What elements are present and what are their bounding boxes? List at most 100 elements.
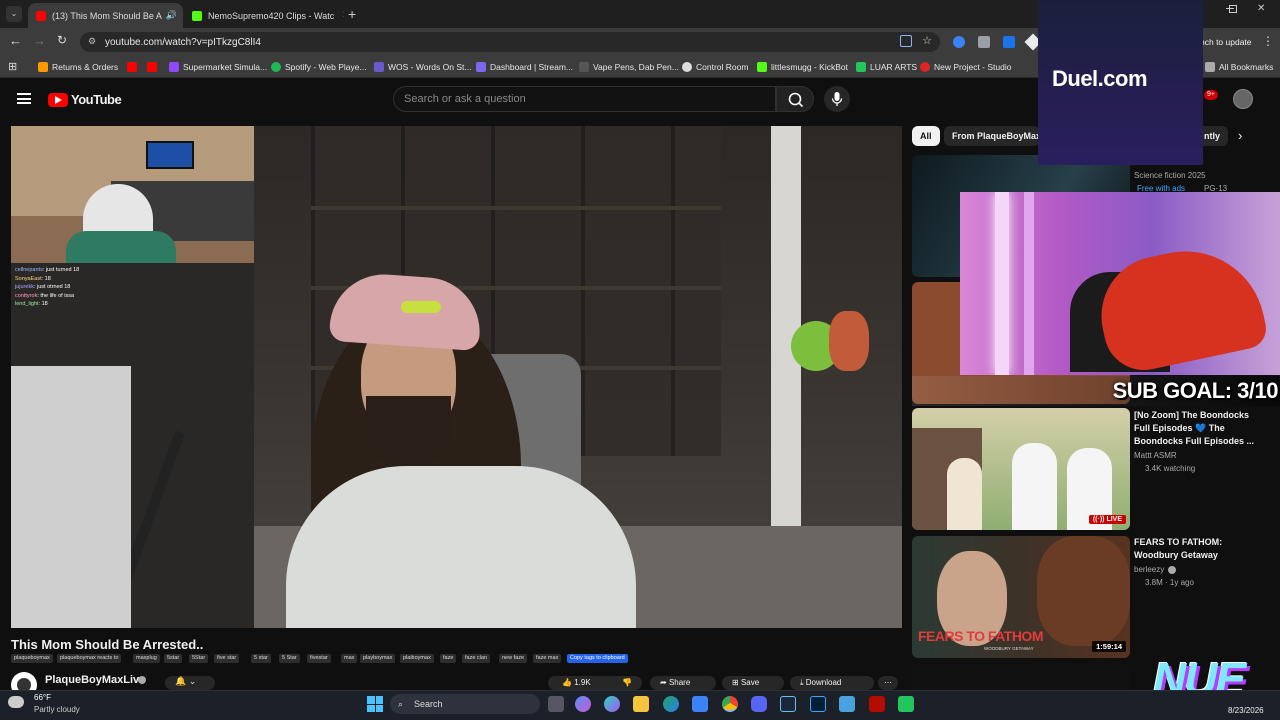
discord-icon[interactable]: [751, 696, 767, 712]
bookmark-returns[interactable]: Returns & Orders: [38, 60, 118, 74]
taskbar-search[interactable]: ⌕ Search: [390, 694, 540, 714]
bookmark-control-room[interactable]: Control Room: [682, 60, 748, 74]
bookmark-vape[interactable]: Vape Pens, Dab Pen...: [579, 60, 679, 74]
bookmark-star-icon[interactable]: ☆: [922, 34, 932, 47]
close-tab-icon[interactable]: ✕: [334, 10, 344, 21]
tab-search-button[interactable]: ⌄: [6, 6, 22, 22]
verified-icon: [1168, 566, 1176, 574]
video-player[interactable]: cellnepants: just turned 18 SonyaEast: 1…: [11, 126, 902, 628]
search-icon: [788, 92, 804, 108]
bookmark-youtube-1[interactable]: [127, 60, 141, 74]
bookmark-dashboard[interactable]: Dashboard | Stream...: [476, 60, 573, 74]
site-info-icon[interactable]: ⚙: [88, 36, 96, 47]
video-tag[interactable]: 5 star: [251, 654, 271, 663]
video-tag[interactable]: faze clan: [462, 654, 491, 663]
clock-date[interactable]: 8/23/2026: [1228, 706, 1264, 715]
youtube-logo[interactable]: YouTube: [48, 92, 122, 107]
cast-icon[interactable]: [900, 35, 912, 47]
sidebar-thumbnail-boondocks[interactable]: ((·)) LIVE: [912, 408, 1130, 530]
sidebar-thumbnail-next[interactable]: [912, 664, 1130, 690]
video-tag[interactable]: playboymax: [360, 654, 396, 663]
avatar[interactable]: [1233, 89, 1253, 109]
download-button[interactable]: ⤓ Download: [790, 676, 874, 690]
relaunch-button[interactable]: nch to update: [1200, 37, 1252, 47]
menu-kebab-icon[interactable]: ⋮: [1262, 34, 1274, 48]
edge-icon[interactable]: [663, 696, 679, 712]
bookmark-luar[interactable]: LUAR ARTS: [856, 60, 917, 74]
sidebar-thumbnail-fears[interactable]: FEARS TO FATHOM WOODBURY GETAWAY 1:59:14: [912, 536, 1130, 658]
notepad-icon[interactable]: [839, 696, 855, 712]
video-tag[interactable]: faze: [440, 654, 457, 663]
bookmark-kickbot[interactable]: littlesmugg - KickBot: [757, 60, 848, 74]
video-tag[interactable]: plaiboymax: [400, 654, 434, 663]
copilot-icon[interactable]: [575, 696, 591, 712]
extension-icon[interactable]: [1003, 36, 1015, 48]
reload-icon[interactable]: ↻: [57, 33, 67, 47]
weather-widget[interactable]: 66°F Partly cloudy: [8, 693, 98, 717]
address-bar[interactable]: ⚙ youtube.com/watch?v=pITkzgC8lI4 ☆: [80, 32, 940, 52]
extension-icon[interactable]: [953, 36, 965, 48]
dislike-button[interactable]: 👎: [612, 676, 642, 690]
chip-all[interactable]: All: [912, 126, 940, 146]
copilot-app-icon[interactable]: [604, 696, 620, 712]
apps-grid-icon[interactable]: ⊞: [8, 60, 17, 73]
task-view-icon[interactable]: [548, 696, 564, 712]
bookmark-wos[interactable]: WOS - Words On St...: [374, 60, 471, 74]
chat-message: cellnepants: just turned 18: [15, 267, 80, 273]
channel-name[interactable]: PlaqueBoyMaxLive: [45, 674, 145, 686]
window-maximize-icon[interactable]: [1229, 5, 1237, 13]
search-input[interactable]: Search or ask a question: [393, 86, 776, 112]
video-tag[interactable]: 5 Star: [279, 654, 300, 663]
video-title-boondocks[interactable]: [No Zoom] The Boondocks Full Episodes 💙 …: [1134, 409, 1254, 448]
video-tag[interactable]: plaqueboymax: [11, 654, 53, 663]
file-explorer-icon[interactable]: [633, 696, 649, 712]
photoshop-icon[interactable]: [810, 696, 826, 712]
chrome-icon[interactable]: [722, 696, 738, 712]
extension-icon[interactable]: [978, 36, 990, 48]
adobe-icon[interactable]: [869, 696, 885, 712]
video-title-fears[interactable]: FEARS TO FATHOM: Woodbury Getaway: [1134, 536, 1254, 562]
bookmark-spotify[interactable]: Spotify - Web Playe...: [271, 60, 367, 74]
video-tag[interactable]: plaqueboymax reacts to: [57, 654, 122, 663]
video-tag[interactable]: fivestar: [307, 654, 331, 663]
app-icon[interactable]: [898, 696, 914, 712]
chip-from-channel[interactable]: From PlaqueBoyMax: [944, 126, 1040, 146]
more-actions-button[interactable]: ⋯: [878, 676, 898, 690]
close-tab-icon[interactable]: ✕: [177, 10, 183, 21]
steam-icon[interactable]: [780, 696, 796, 712]
video-tag[interactable]: 5star: [164, 654, 183, 663]
like-button[interactable]: 👍 1.9K: [548, 676, 612, 690]
video-tag[interactable]: new faze: [499, 654, 528, 663]
bookmark-supermarket[interactable]: Supermarket Simula...: [169, 60, 267, 74]
search-button[interactable]: [776, 86, 814, 112]
subscribe-bell-button[interactable]: 🔔 ⌄: [165, 676, 215, 690]
video-tag[interactable]: 5Star: [189, 654, 209, 663]
video-tag[interactable]: five star: [214, 654, 240, 663]
video-tag[interactable]: maxplug: [133, 654, 160, 663]
sub-goal-banner: SUB GOAL: 3/10: [912, 376, 1280, 406]
video-tag[interactable]: faze max: [533, 654, 562, 663]
spotify-icon: [271, 62, 281, 72]
channel-name-fears[interactable]: berleezy: [1134, 565, 1164, 574]
video-tag[interactable]: max: [341, 654, 358, 663]
back-arrow-icon[interactable]: ←: [9, 33, 22, 48]
share-button[interactable]: ➦ Share: [650, 676, 716, 690]
tab-kick-clips[interactable]: NemoSupremo420 Clips - Watc ✕: [184, 3, 344, 28]
chips-next-icon[interactable]: ›: [1238, 128, 1242, 143]
save-button[interactable]: ⊞ Save: [722, 676, 784, 690]
tab-youtube[interactable]: (13) This Mom Should Be A 🔊 ✕: [28, 3, 183, 28]
bookmark-new-project[interactable]: New Project - Studio: [920, 60, 1011, 74]
notification-badge[interactable]: 9+: [1204, 90, 1218, 100]
new-tab-button[interactable]: +: [348, 6, 356, 22]
voice-search-button[interactable]: [824, 86, 850, 112]
hamburger-menu-icon[interactable]: [17, 93, 31, 104]
windows-start-icon[interactable]: [367, 696, 383, 712]
live-badge-text: LIVE: [1106, 516, 1122, 523]
channel-name-boondocks[interactable]: Mattt ASMR: [1134, 451, 1177, 460]
window-close-icon[interactable]: ✕: [1257, 3, 1265, 14]
copy-tags-button[interactable]: Copy tags to clipboard: [567, 654, 628, 663]
all-bookmarks[interactable]: All Bookmarks: [1205, 60, 1273, 74]
forward-arrow-icon[interactable]: →: [33, 33, 46, 48]
bookmark-youtube-2[interactable]: [147, 60, 161, 74]
store-icon[interactable]: [692, 696, 708, 712]
